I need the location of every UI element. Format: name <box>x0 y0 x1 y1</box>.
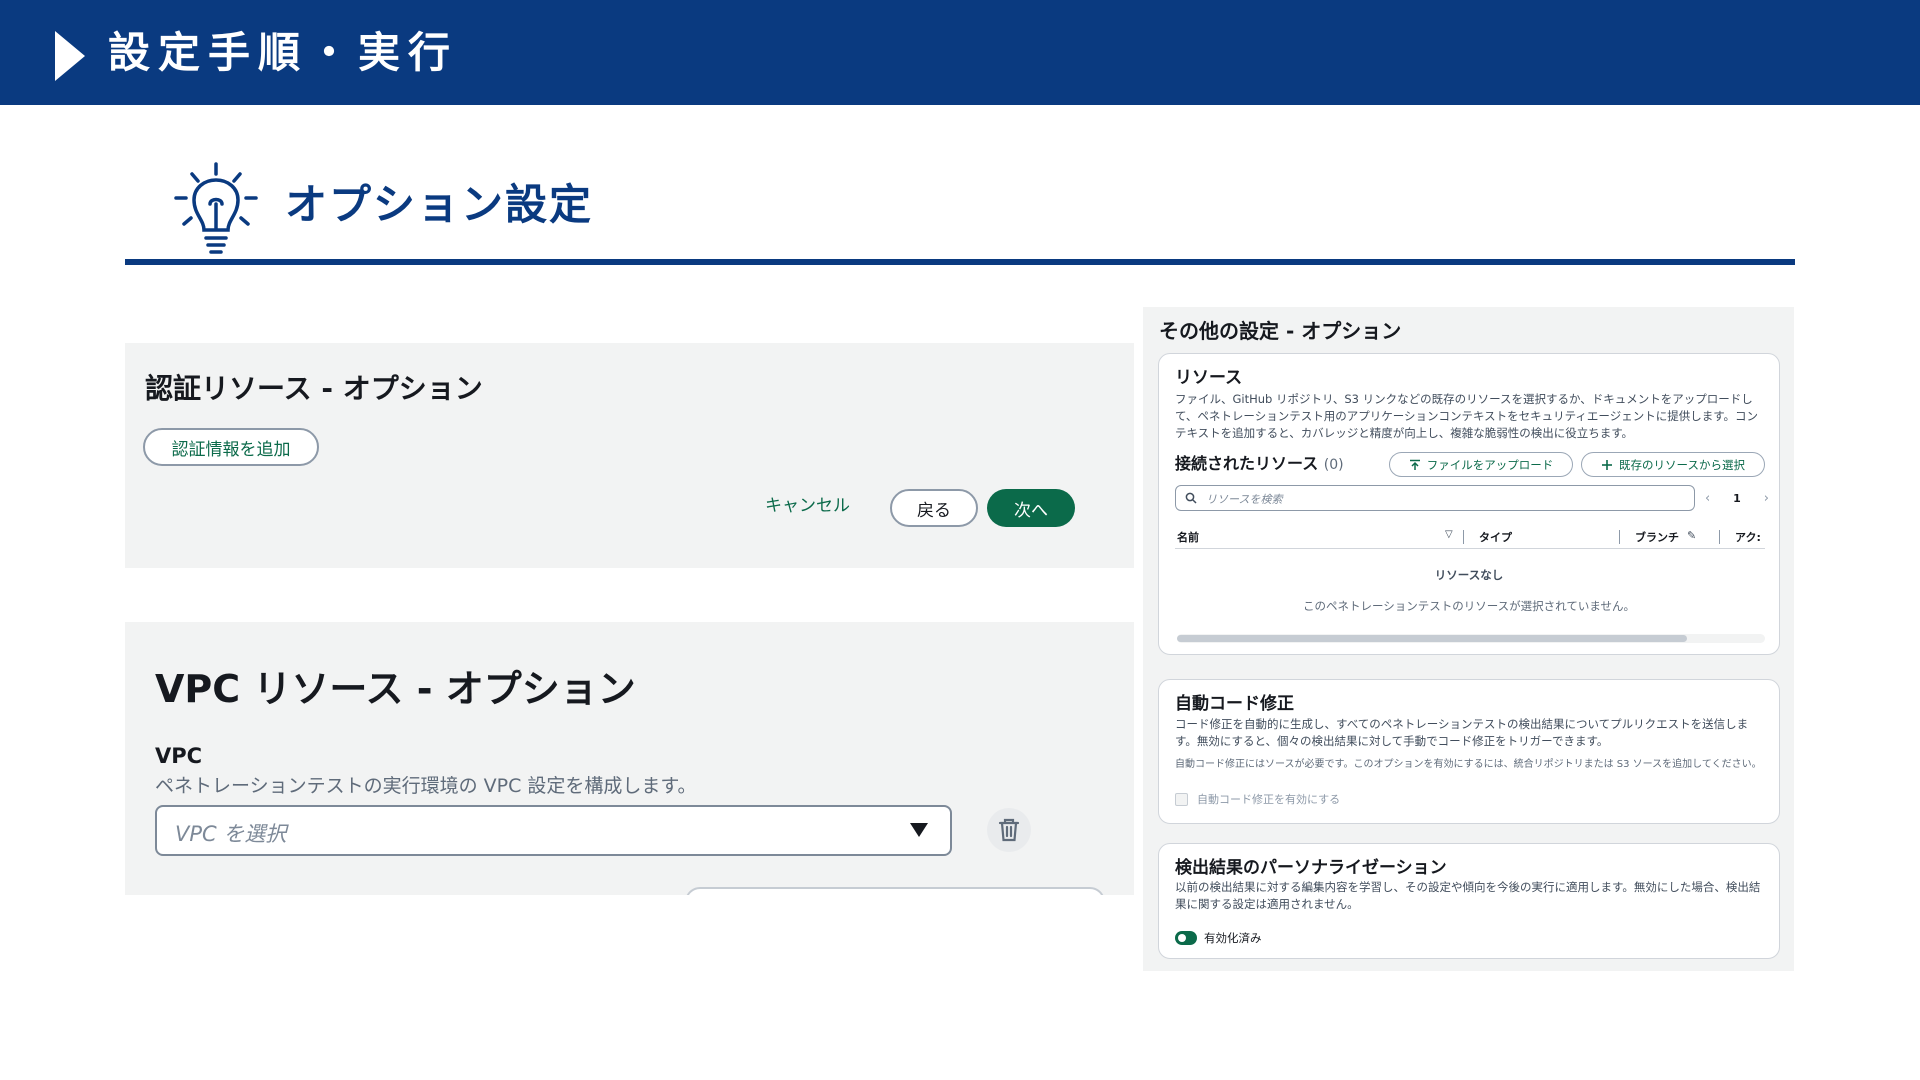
prev-page-icon[interactable]: ‹ <box>1705 491 1710 506</box>
upload-icon <box>1409 459 1420 470</box>
auth-resources-panel: 認証リソース - オプション 認証情報を追加 キャンセル 戻る 次へ <box>125 343 1134 568</box>
column-type[interactable]: タイプ <box>1479 529 1512 545</box>
other-settings-panel: その他の設定 - オプション リソース ファイル、GitHub リポジトリ、S3… <box>1143 307 1794 971</box>
horizontal-scrollbar[interactable] <box>1177 634 1765 643</box>
header-banner: 設定手順・実行 <box>0 0 1920 105</box>
choose-existing-label: 既存のリソースから選択 <box>1619 457 1745 472</box>
auto-fix-checkbox[interactable] <box>1175 793 1188 806</box>
page-number[interactable]: 1 <box>1733 492 1741 505</box>
resources-description: ファイル、GitHub リポジトリ、S3 リンクなどの既存のリソースを選択するか… <box>1175 392 1759 440</box>
auto-fix-checkbox-label: 自動コード修正を有効にする <box>1197 793 1341 806</box>
vpc-resources-panel: VPC リソース - オプション VPC ペネトレーションテストの実行環境の V… <box>125 622 1134 895</box>
column-separator <box>1719 530 1720 544</box>
cancel-button[interactable]: キャンセル <box>765 494 850 518</box>
add-credentials-button[interactable]: 認証情報を追加 <box>143 428 319 466</box>
personalization-description: 以前の検出結果に対する編集内容を学習し、その設定や傾向を今後の実行に適用します。… <box>1175 880 1761 911</box>
scrollbar-thumb[interactable] <box>1177 635 1687 642</box>
resources-card: リソース ファイル、GitHub リポジトリ、S3 リンクなどの既存のリソースを… <box>1158 353 1780 655</box>
personalization-toggle[interactable] <box>1175 931 1197 945</box>
personalization-heading: 検出結果のパーソナライゼーション <box>1175 858 1447 878</box>
auto-fix-description: コード修正を自動的に生成し、すべてのペネトレーションテストの検出結果についてプル… <box>1175 717 1749 748</box>
back-button[interactable]: 戻る <box>890 489 978 527</box>
vpc-select-placeholder: VPC を選択 <box>175 822 287 846</box>
plus-icon <box>1602 459 1613 470</box>
search-icon <box>1185 492 1197 504</box>
upload-file-button[interactable]: ファイルをアップロード <box>1389 452 1573 477</box>
column-actions[interactable]: アク: <box>1735 529 1761 545</box>
play-arrow-icon <box>55 31 85 81</box>
trash-icon <box>998 818 1020 842</box>
pagination: ‹ 1 › <box>1705 488 1769 508</box>
column-branch[interactable]: ブランチ <box>1635 529 1679 545</box>
empty-state-description: このペネトレーションテストのリソースが選択されていません。 <box>1302 599 1635 613</box>
next-button[interactable]: 次へ <box>987 489 1075 527</box>
connected-label-text: 接続されたリソース <box>1175 454 1319 473</box>
resources-heading: リソース <box>1175 368 1243 388</box>
caret-down-icon <box>910 823 928 837</box>
sort-icon[interactable]: ▽ <box>1445 529 1453 540</box>
section-title: オプション設定 <box>285 180 594 229</box>
vpc-panel-title: VPC リソース - オプション <box>155 667 636 711</box>
partial-button <box>685 887 1105 895</box>
connected-resources-label: 接続されたリソース (0) <box>1175 453 1344 476</box>
auto-code-fix-card: 自動コード修正 コード修正を自動的に生成し、すべてのペネトレーションテストの検出… <box>1158 679 1780 824</box>
personalization-card: 検出結果のパーソナライゼーション 以前の検出結果に対する編集内容を学習し、その設… <box>1158 843 1780 959</box>
empty-state-title: リソースなし <box>1434 568 1504 582</box>
search-placeholder: リソースを検索 <box>1206 493 1283 506</box>
lightbulb-icon <box>174 162 258 254</box>
next-page-icon[interactable]: › <box>1764 491 1769 506</box>
upload-file-label: ファイルをアップロード <box>1426 457 1554 472</box>
trash-button[interactable] <box>987 808 1031 852</box>
auth-panel-title: 認証リソース - オプション <box>145 372 483 405</box>
auto-fix-heading: 自動コード修正 <box>1175 694 1294 714</box>
column-name[interactable]: 名前 <box>1177 529 1199 545</box>
column-separator <box>1619 530 1620 544</box>
vpc-label: VPC <box>155 744 203 768</box>
personalization-toggle-label: 有効化済み <box>1204 931 1262 945</box>
vpc-select[interactable]: VPC を選択 <box>155 805 952 856</box>
resources-table-header: 名前 ▽ タイプ ブランチ ✎ アク: <box>1175 525 1765 549</box>
choose-existing-button[interactable]: 既存のリソースから選択 <box>1581 452 1765 477</box>
auto-fix-note: 自動コード修正にはソースが必要です。このオプションを有効にするには、統合リポジト… <box>1175 759 1762 770</box>
other-panel-title: その他の設定 - オプション <box>1159 319 1402 343</box>
column-separator <box>1463 530 1464 544</box>
resource-search-input[interactable]: リソースを検索 <box>1175 485 1695 511</box>
connected-count: (0) <box>1323 457 1344 473</box>
section-divider <box>125 259 1795 265</box>
edit-pencil-icon[interactable]: ✎ <box>1687 529 1696 542</box>
banner-title: 設定手順・実行 <box>108 28 459 77</box>
vpc-description: ペネトレーションテストの実行環境の VPC 設定を構成します。 <box>155 775 697 797</box>
